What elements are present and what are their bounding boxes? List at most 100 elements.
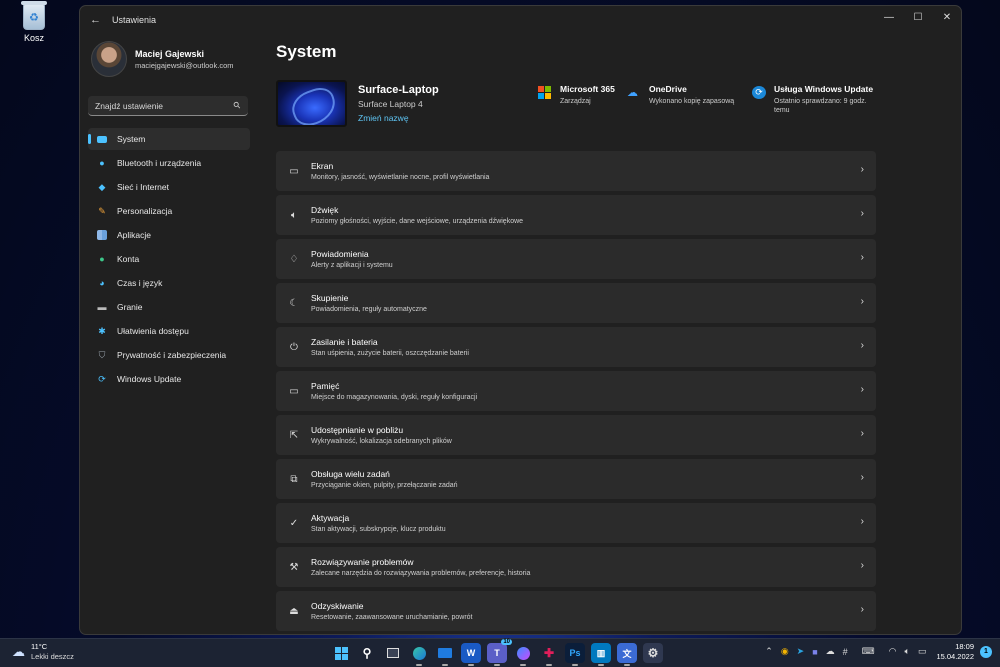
- quick-link-onedrive[interactable]: ☁ OneDrive Wykonano kopię zapasową: [627, 84, 734, 106]
- setting-title: Odzyskiwanie: [311, 601, 364, 611]
- settings-window: ← Ustawienia — ☐ ✕ Maciej Gajewski macie…: [79, 5, 962, 635]
- sidebar-item-accounts[interactable]: ● Konta: [88, 248, 250, 270]
- chevron-right-icon: ›: [860, 604, 864, 615]
- chevron-up-icon[interactable]: ⌃: [765, 646, 773, 657]
- maximize-button[interactable]: ☐: [904, 6, 932, 28]
- sidebar-item-label: Granie: [117, 302, 143, 312]
- multitask-icon: ⧉: [290, 473, 298, 485]
- wifi-tray-icon[interactable]: ◠: [889, 646, 897, 657]
- teams-badge: 10: [501, 639, 512, 645]
- quick-link-title: OneDrive: [649, 84, 687, 94]
- search-input[interactable]: [95, 100, 215, 111]
- close-button[interactable]: ✕: [933, 6, 961, 28]
- telegram-tray-icon[interactable]: ➤: [797, 646, 805, 657]
- setting-title: Dźwięk: [311, 205, 339, 215]
- sidebar-item-network[interactable]: ◆ Sieć i Internet: [88, 176, 250, 198]
- refresh-icon: ⟳: [752, 86, 766, 99]
- recycle-bin-desktop-icon[interactable]: Kosz: [14, 1, 54, 43]
- onedrive-tray-icon[interactable]: ☁: [826, 646, 835, 657]
- photoshop-app[interactable]: Ps: [565, 643, 585, 666]
- setting-troubleshoot[interactable]: ⚒ Rozwiązywanie problemów Zalecane narzę…: [276, 547, 876, 587]
- mail-app[interactable]: [435, 643, 455, 666]
- chevron-right-icon: ›: [860, 340, 864, 351]
- quick-link-title: Microsoft 365: [560, 84, 615, 94]
- chevron-right-icon: ›: [860, 428, 864, 439]
- apps-icon: [97, 230, 107, 240]
- quick-link-windows-update[interactable]: ⟳ Usługa Windows Update Ostatnio sprawdz…: [752, 84, 876, 116]
- page-title: System: [276, 42, 337, 61]
- weather-temperature: 11°C: [31, 642, 48, 651]
- teams-tray-icon[interactable]: ■: [812, 647, 817, 657]
- setting-multitasking[interactable]: ⧉ Obsługa wielu zadań Przyciąganie okien…: [276, 459, 876, 499]
- messenger-app[interactable]: [513, 643, 533, 666]
- setting-description: Powiadomienia, reguły automatyczne: [311, 306, 427, 313]
- sidebar-item-gaming[interactable]: ▬ Granie: [88, 296, 250, 318]
- task-view-button[interactable]: [383, 643, 403, 663]
- setting-focus[interactable]: ☾ Skupienie Powiadomienia, reguły automa…: [276, 283, 876, 323]
- setting-title: Zasilanie i bateria: [311, 337, 378, 347]
- sidebar-item-apps[interactable]: Aplikacje: [88, 224, 250, 246]
- recovery-icon: ⏏: [289, 605, 299, 617]
- chrome-tray-icon[interactable]: ◉: [781, 646, 789, 657]
- weather-description: Lekki deszcz: [31, 652, 74, 661]
- battery-icon[interactable]: ▭: [918, 646, 927, 657]
- notification-badge[interactable]: 1: [980, 645, 992, 658]
- setting-power-battery[interactable]: ⏻ Zasilanie i bateria Stan uśpienia, zuż…: [276, 327, 876, 367]
- settings-app[interactable]: ⚙: [643, 643, 663, 663]
- sidebar-item-system[interactable]: System: [88, 128, 250, 150]
- search-icon[interactable]: ⚲: [231, 99, 243, 111]
- device-header: Surface-Laptop Surface Laptop 4 Zmień na…: [276, 80, 876, 130]
- slack-tray-icon[interactable]: #: [843, 647, 848, 657]
- setting-recovery[interactable]: ⏏ Odzyskiwanie Resetowanie, zaawansowane…: [276, 591, 876, 631]
- setting-activation[interactable]: ✓ Aktywacja Stan aktywacji, subskrypcje,…: [276, 503, 876, 543]
- setting-nearby-sharing[interactable]: ⇱ Udostępnianie w pobliżu Wykrywalność, …: [276, 415, 876, 455]
- trello-app[interactable]: ▥: [591, 643, 611, 666]
- sidebar-item-accessibility[interactable]: ✱ Ułatwienia dostępu: [88, 320, 250, 342]
- volume-icon[interactable]: 🔈︎: [905, 646, 910, 657]
- chevron-right-icon: ›: [860, 296, 864, 307]
- sidebar-item-personalization[interactable]: ✎ Personalizacja: [88, 200, 250, 222]
- sidebar-item-windows-update[interactable]: ⟳ Windows Update: [88, 368, 250, 390]
- start-button[interactable]: [331, 643, 351, 663]
- rename-link[interactable]: Zmień nazwę: [358, 113, 439, 123]
- chevron-right-icon: ›: [860, 208, 864, 219]
- teams-app[interactable]: T 10: [487, 639, 512, 666]
- setting-description: Stan aktywacji, subskrypcje, klucz produ…: [311, 526, 446, 533]
- update-icon: ⟳: [98, 373, 106, 384]
- minimize-button[interactable]: —: [875, 6, 903, 28]
- weather-widget[interactable]: ☁ 11°C Lekki deszcz: [12, 642, 74, 661]
- setting-sound[interactable]: 🔈︎ Dźwięk Poziomy głośności, wyjście, da…: [276, 195, 876, 235]
- power-icon: ⏻: [290, 341, 298, 353]
- quick-link-microsoft-365[interactable]: Microsoft 365 Zarządzaj: [538, 84, 615, 106]
- slack-app[interactable]: ✚: [539, 643, 559, 666]
- setting-storage[interactable]: ▭ Pamięć Miejsce do magazynowania, dyski…: [276, 371, 876, 411]
- shield-icon: ⛉: [98, 349, 106, 360]
- setting-title: Udostępnianie w pobliżu: [311, 425, 404, 435]
- sidebar-item-bluetooth[interactable]: ● Bluetooth i urządzenia: [88, 152, 250, 174]
- sidebar: Maciej Gajewski maciejgajewski@outlook.c…: [88, 38, 260, 392]
- back-arrow-icon[interactable]: ←: [90, 14, 108, 26]
- brush-icon: ✎: [98, 205, 106, 216]
- setting-notifications[interactable]: ♢ Powiadomienia Alerty z aplikacji i sys…: [276, 239, 876, 279]
- keyboard-icon[interactable]: ⌨: [862, 646, 875, 657]
- sidebar-item-time-language[interactable]: ◕ Czas i język: [88, 272, 250, 294]
- gamepad-icon: ▬: [97, 302, 107, 312]
- setting-title: Obsługa wielu zadań: [311, 469, 390, 479]
- taskbar-search-button[interactable]: ⚲: [357, 643, 377, 663]
- quick-link-subtitle: Wykonano kopię zapasową: [649, 98, 735, 105]
- setting-description: Resetowanie, zaawansowane uruchamianie, …: [311, 614, 473, 621]
- translator-app[interactable]: 文: [617, 643, 637, 666]
- device-wallpaper-thumbnail: [276, 80, 347, 127]
- word-app[interactable]: W: [461, 643, 481, 666]
- setting-description: Alerty z aplikacji i systemu: [311, 262, 393, 269]
- setting-description: Miejsce do magazynowania, dyski, reguły …: [311, 394, 478, 401]
- sidebar-item-privacy[interactable]: ⛉ Prywatność i zabezpieczenia: [88, 344, 250, 366]
- setting-display[interactable]: ▭ Ekran Monitory, jasność, wyświetlanie …: [276, 151, 876, 191]
- setting-title: Rozwiązywanie problemów: [311, 557, 414, 567]
- clock[interactable]: 18:09 15.04.2022: [936, 642, 974, 661]
- setting-title: Aktywacja: [311, 513, 350, 523]
- recycle-bin-label: Kosz: [23, 33, 44, 43]
- gear-icon: ⚙: [647, 646, 659, 660]
- user-profile[interactable]: Maciej Gajewski maciejgajewski@outlook.c…: [88, 38, 260, 80]
- edge-app[interactable]: [409, 643, 429, 666]
